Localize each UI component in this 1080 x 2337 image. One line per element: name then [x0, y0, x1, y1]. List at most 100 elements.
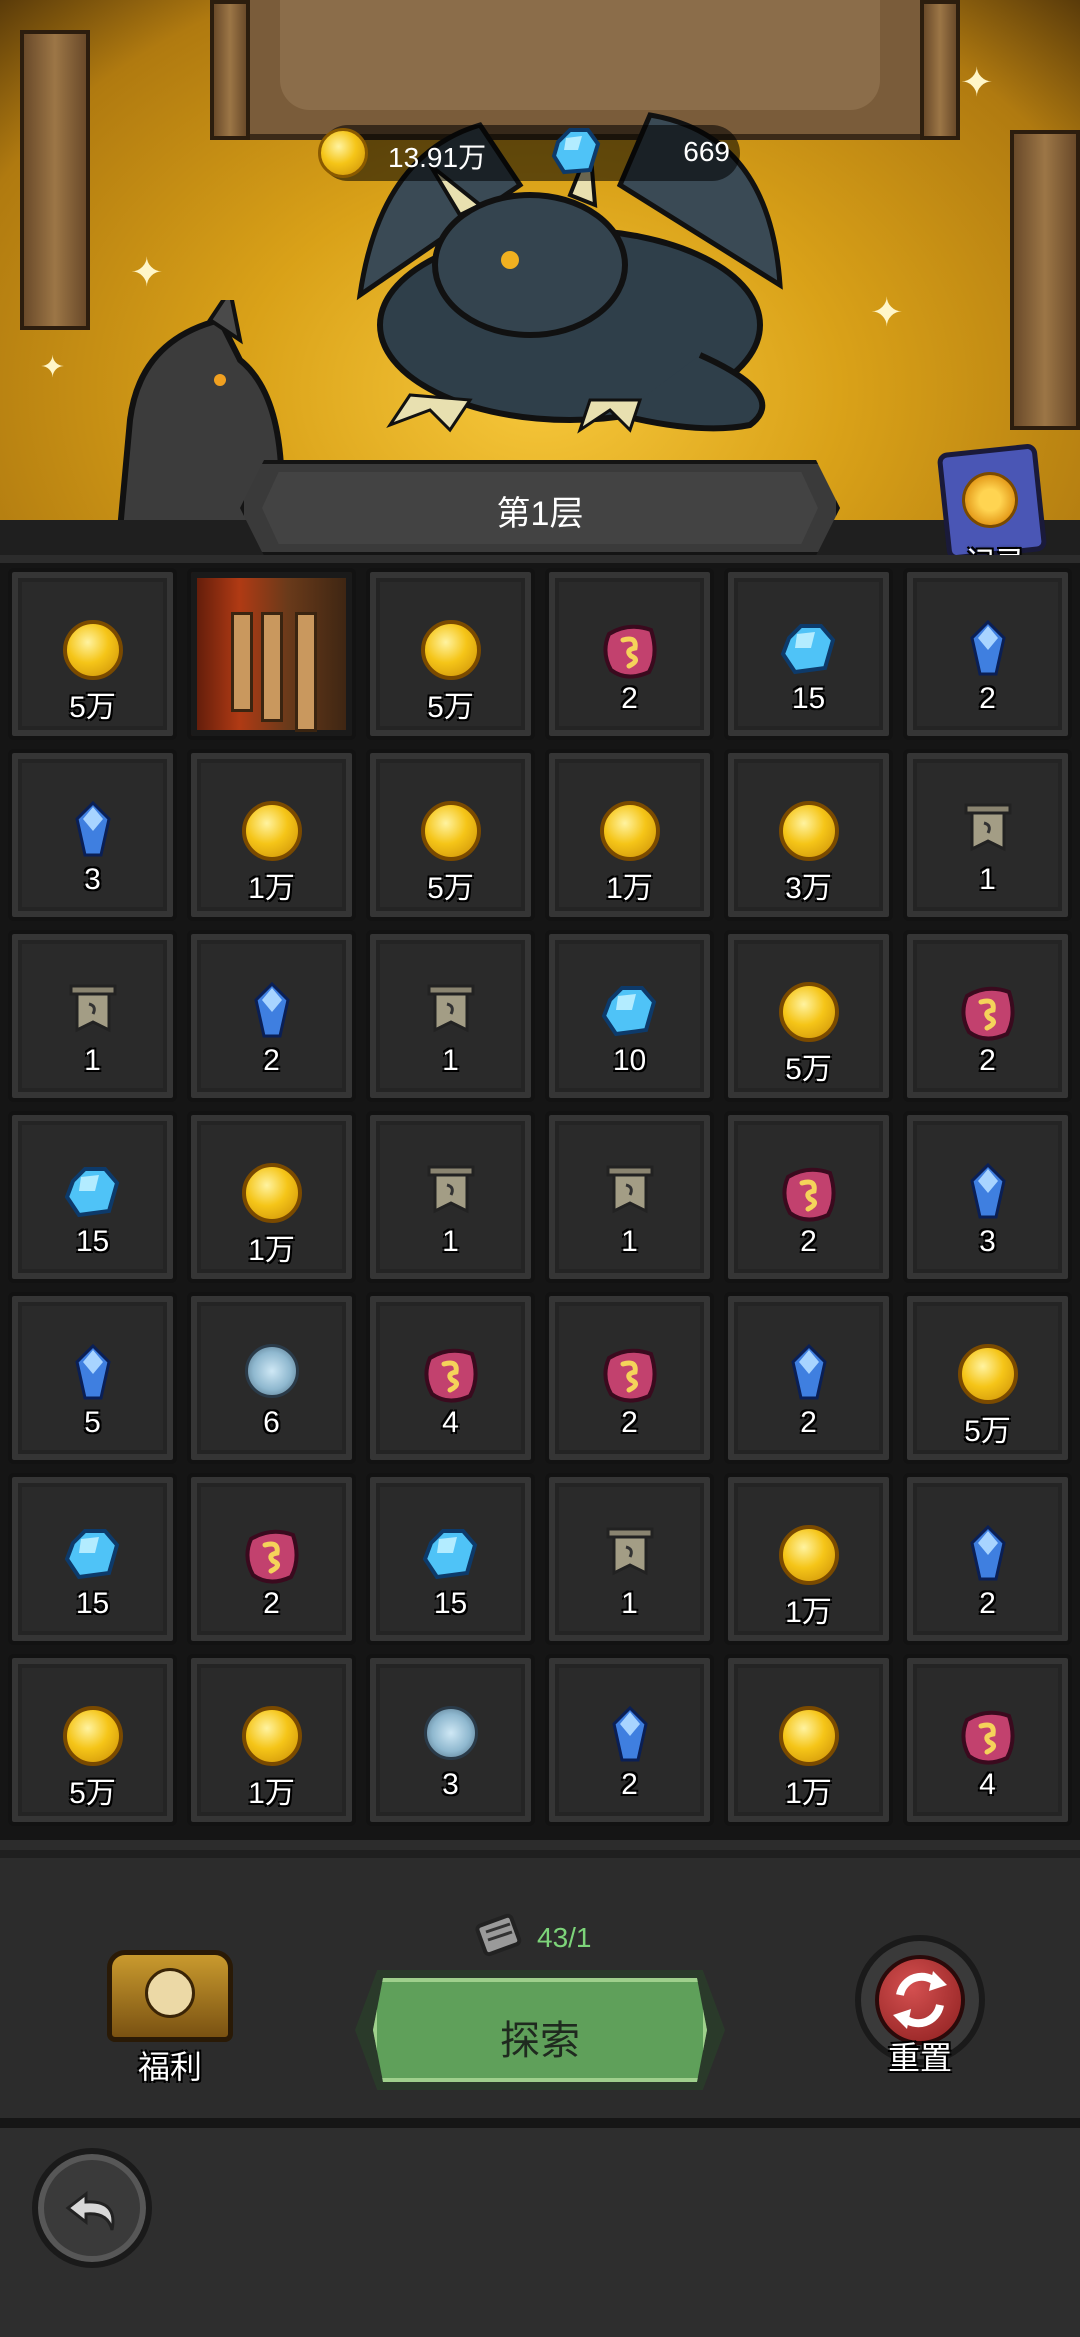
- cell-count: 5: [84, 1406, 101, 1439]
- grid-cell[interactable]: 4: [366, 1292, 535, 1464]
- blue-gem-icon: [780, 624, 835, 675]
- cell-count: 15: [75, 1587, 110, 1620]
- grid-cell[interactable]: 5万: [366, 568, 535, 740]
- grid-cell[interactable]: 1: [366, 1111, 535, 1283]
- grid-cell[interactable]: 2: [187, 1473, 356, 1645]
- cell-count: 3万: [785, 872, 832, 905]
- back-button[interactable]: [32, 2148, 152, 2268]
- grid-cell[interactable]: 1万: [724, 1473, 893, 1645]
- grid-cell[interactable]: 2: [545, 1654, 714, 1826]
- cell-item: [968, 619, 1008, 681]
- grid-cell[interactable]: 1万: [187, 1654, 356, 1826]
- grid-cell[interactable]: 5万: [8, 568, 177, 740]
- cell-item: [244, 1344, 299, 1398]
- grid-cell[interactable]: 5: [8, 1292, 177, 1464]
- cell-item: [241, 1525, 303, 1592]
- coin-icon: [241, 801, 302, 861]
- grid-cell[interactable]: 1万: [724, 1654, 893, 1826]
- grid-cell[interactable]: 10: [545, 930, 714, 1102]
- grid-cell[interactable]: 5万: [724, 930, 893, 1102]
- grid-cell[interactable]: 2: [903, 568, 1072, 740]
- grid-cell[interactable]: 1: [903, 749, 1072, 921]
- grid-cell[interactable]: 1: [545, 1111, 714, 1283]
- cell-count: 4: [979, 1768, 996, 1801]
- cell-count: 5万: [964, 1415, 1011, 1448]
- grid-cell[interactable]: 3万: [724, 749, 893, 921]
- cell-item: [599, 1344, 661, 1411]
- grid-cell-opened[interactable]: [187, 568, 356, 740]
- cell-count: 15: [75, 1225, 110, 1258]
- grid-cell[interactable]: 2: [187, 930, 356, 1102]
- grid-cell[interactable]: 2: [545, 568, 714, 740]
- grid-cell[interactable]: 15: [8, 1473, 177, 1645]
- grid-cell[interactable]: 1: [366, 930, 535, 1102]
- grid-cell[interactable]: 2: [903, 930, 1072, 1102]
- cell-count: 2: [979, 682, 996, 715]
- crystal-icon: [611, 1705, 648, 1762]
- grid-cell[interactable]: 5万: [366, 749, 535, 921]
- sparkle-icon: ✦: [40, 351, 66, 384]
- cell-count: 15: [433, 1587, 468, 1620]
- grid-cell[interactable]: 1: [8, 930, 177, 1102]
- cell-count: 1万: [248, 872, 295, 905]
- coin-icon: [62, 1706, 123, 1766]
- grid-cell[interactable]: 15: [8, 1111, 177, 1283]
- grid-cell[interactable]: 5万: [8, 1654, 177, 1826]
- cell-item: [957, 1344, 1018, 1404]
- cell-count: 1万: [785, 1777, 832, 1810]
- cell-count: 1: [442, 1044, 459, 1077]
- cell-item: [604, 1163, 656, 1222]
- rune-stone-icon: [782, 1167, 835, 1222]
- cell-count: 5万: [69, 1777, 116, 1810]
- blue-gem-icon: [64, 1529, 119, 1580]
- grid-cell[interactable]: 5万: [903, 1292, 1072, 1464]
- cell-item: [957, 1706, 1019, 1773]
- blue-gem-icon: [601, 986, 656, 1037]
- cell-count: 1: [621, 1587, 638, 1620]
- swirl-stone-icon: [244, 1344, 299, 1398]
- grid-cell[interactable]: 3: [366, 1654, 535, 1826]
- grid-cell[interactable]: 2: [545, 1292, 714, 1464]
- grid-cell[interactable]: 3: [903, 1111, 1072, 1283]
- grid-cell[interactable]: 6: [187, 1292, 356, 1464]
- grid-cell[interactable]: 2: [724, 1111, 893, 1283]
- grid-cell[interactable]: 4: [903, 1654, 1072, 1826]
- explore-label: 探索: [500, 2019, 580, 2063]
- divider: [0, 2118, 1080, 2128]
- banner-icon: [606, 1165, 653, 1214]
- grid-cell[interactable]: 1万: [187, 749, 356, 921]
- banner-icon: [606, 1527, 653, 1576]
- sparkle-icon: ✦: [960, 61, 994, 105]
- rune-stone-icon: [961, 1710, 1014, 1765]
- cell-item: [425, 1163, 477, 1222]
- grid-cell[interactable]: 1万: [187, 1111, 356, 1283]
- refresh-icon: [893, 1971, 947, 2029]
- explore-button[interactable]: 探索: [355, 1970, 725, 2090]
- reset-button[interactable]: 重置: [850, 1935, 990, 2085]
- cell-count: 2: [800, 1225, 817, 1258]
- grid-cell[interactable]: 15: [724, 568, 893, 740]
- pillar-right: [1010, 130, 1080, 430]
- blue-gem-icon: [64, 1167, 119, 1218]
- coin-balance: 13.91万: [388, 142, 487, 173]
- cell-count: 10: [612, 1044, 647, 1077]
- cell-item: [425, 982, 477, 1041]
- cell-count: 1万: [248, 1777, 295, 1810]
- grid-cell[interactable]: 3: [8, 749, 177, 921]
- welfare-button[interactable]: 福利: [95, 1950, 245, 2085]
- grid-cell[interactable]: 15: [366, 1473, 535, 1645]
- cell-count: 1万: [248, 1234, 295, 1267]
- grid-cell[interactable]: 1万: [545, 749, 714, 921]
- grid-cell[interactable]: 1: [545, 1473, 714, 1645]
- coin-icon: [420, 801, 481, 861]
- cell-item: [73, 1343, 113, 1405]
- cell-item: [778, 1163, 840, 1230]
- cell-item: [962, 801, 1014, 860]
- grid-cell[interactable]: 2: [724, 1292, 893, 1464]
- door-plank: [231, 612, 253, 712]
- cell-item: [423, 1706, 478, 1760]
- blue-gem-icon: [422, 1529, 477, 1580]
- cell-count: 2: [621, 1406, 638, 1439]
- grid-cell[interactable]: 2: [903, 1473, 1072, 1645]
- cell-item: [419, 1525, 483, 1588]
